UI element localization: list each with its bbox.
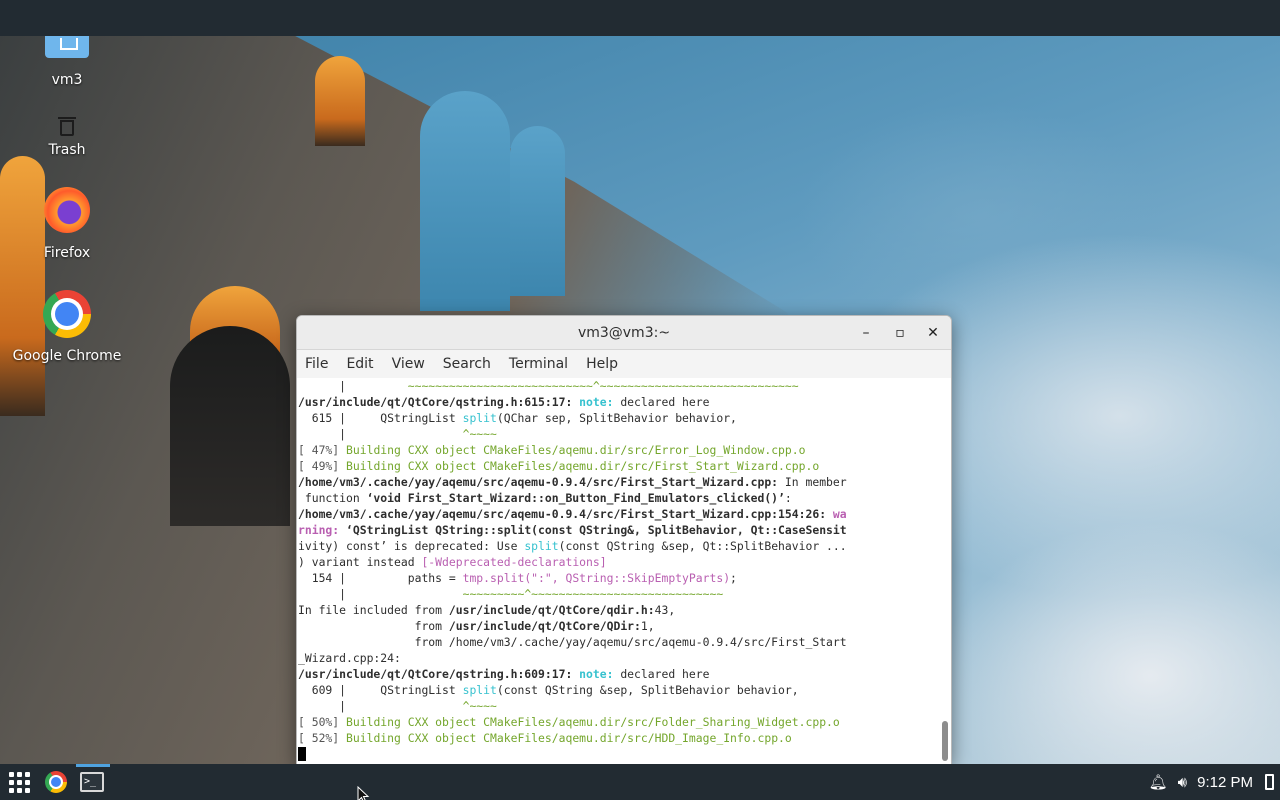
top-panel — [0, 0, 1280, 36]
desktop-icon-home[interactable]: vm3 — [7, 36, 127, 88]
desktop-icon-chrome[interactable]: Google Chrome — [7, 290, 127, 364]
terminal-line: from /usr/include/qt/QtCore/QDir:1, — [298, 619, 655, 633]
wallpaper-arch — [510, 126, 565, 296]
close-button[interactable]: ✕ — [920, 316, 946, 350]
terminal-scrollbar[interactable] — [939, 380, 949, 763]
home-folder-icon — [45, 36, 89, 58]
terminal-line: [ 49%] Building CXX object CMakeFiles/aq… — [298, 459, 820, 473]
terminal-line: ivity) const’ is deprecated: Use split(c… — [298, 539, 847, 553]
menu-help[interactable]: Help — [586, 356, 628, 372]
terminal-lines: | ~~~~~~~~~~~~~~~~~~~~~~~~~~~^~~~~~~~~~~… — [298, 378, 951, 746]
wallpaper-arch — [170, 326, 290, 526]
terminal-line: from /home/vm3/.cache/yay/aqemu/src/aqem… — [298, 635, 847, 649]
taskbar: >_ 🔔︎ 🔊︎ 9:12 PM — [0, 764, 1280, 800]
speaker-icon[interactable]: 🔊︎ — [1178, 773, 1187, 791]
terminal-line: /home/vm3/.cache/yay/aqemu/src/aqemu-0.9… — [298, 475, 847, 489]
terminal-line: | ~~~~~~~~~~~~~~~~~~~~~~~~~~~^~~~~~~~~~~… — [298, 379, 799, 393]
terminal-icon: >_ — [80, 772, 104, 792]
scrollbar-thumb[interactable] — [942, 721, 948, 761]
terminal-line: | ^~~~~ — [298, 699, 497, 713]
desktop-icon-trash[interactable]: Trash — [7, 116, 127, 158]
maximize-button[interactable]: ▫ — [887, 316, 913, 350]
terminal-line: In file included from /usr/include/qt/Qt… — [298, 603, 676, 617]
terminal-line: _Wizard.cpp:24: — [298, 651, 401, 665]
window-title: vm3@vm3:~ — [577, 325, 671, 341]
firefox-icon — [44, 187, 90, 233]
terminal-line: | ^~~~~ — [298, 427, 497, 441]
terminal-line: ) variant instead [-Wdeprecated-declarat… — [298, 555, 607, 569]
terminal-line: [ 52%] Building CXX object CMakeFiles/aq… — [298, 731, 792, 745]
chrome-icon — [45, 771, 67, 793]
taskbar-chrome[interactable] — [40, 766, 72, 798]
desktop-icon-firefox[interactable]: Firefox — [7, 187, 127, 261]
menu-edit[interactable]: Edit — [346, 356, 383, 372]
terminal-line: 615 | QStringList split(QChar sep, Split… — [298, 411, 737, 425]
taskbar-terminal[interactable]: >_ — [76, 766, 108, 798]
clock[interactable]: 9:12 PM — [1197, 774, 1253, 791]
terminal-line: 609 | QStringList split(const QString &s… — [298, 683, 799, 697]
app-grid-button[interactable] — [3, 766, 35, 798]
menu-search[interactable]: Search — [443, 356, 501, 372]
terminal-line: function ‘void First_Start_Wizard::on_Bu… — [298, 491, 792, 505]
desktop-icon-label: Trash — [48, 142, 86, 158]
menu-view[interactable]: View — [392, 356, 435, 372]
terminal-line: 154 | paths = tmp.split(":", QString::Sk… — [298, 571, 737, 585]
menu-file[interactable]: File — [305, 356, 338, 372]
menu-bar: File Edit View Search Terminal Help — [297, 350, 951, 378]
terminal-line: /usr/include/qt/QtCore/qstring.h:609:17:… — [298, 667, 710, 681]
terminal-output[interactable]: | ~~~~~~~~~~~~~~~~~~~~~~~~~~~^~~~~~~~~~~… — [297, 378, 951, 764]
bell-icon[interactable]: 🔔︎ — [1149, 773, 1168, 791]
desktop-icon-label: Google Chrome — [12, 348, 122, 364]
power-icon[interactable] — [1265, 774, 1274, 790]
terminal-line: /usr/include/qt/QtCore/qstring.h:615:17:… — [298, 395, 710, 409]
wallpaper-arch — [315, 56, 365, 146]
trash-icon — [58, 117, 76, 136]
terminal-window[interactable]: vm3@vm3:~ – ▫ ✕ File Edit View Search Te… — [296, 315, 952, 765]
desktop-icon-label: Firefox — [43, 245, 91, 261]
window-titlebar[interactable]: vm3@vm3:~ – ▫ ✕ — [297, 316, 951, 350]
menu-terminal[interactable]: Terminal — [509, 356, 578, 372]
terminal-line: | ~~~~~~~~~^~~~~~~~~~~~~~~~~~~~~~~~~~~~~ — [298, 587, 724, 601]
chrome-icon — [43, 290, 91, 338]
terminal-line: [ 47%] Building CXX object CMakeFiles/aq… — [298, 443, 806, 457]
app-grid-icon — [8, 771, 30, 793]
minimize-button[interactable]: – — [853, 316, 879, 350]
system-tray: 🔔︎ 🔊︎ 9:12 PM — [1149, 764, 1280, 800]
text-cursor — [298, 747, 306, 761]
terminal-line: [ 50%] Building CXX object CMakeFiles/aq… — [298, 715, 840, 729]
wallpaper-arch — [420, 91, 510, 311]
desktop-icon-label: vm3 — [51, 72, 83, 88]
terminal-line: /home/vm3/.cache/yay/aqemu/src/aqemu-0.9… — [298, 507, 847, 521]
terminal-line: rning: ‘QStringList QString::split(const… — [298, 523, 847, 537]
